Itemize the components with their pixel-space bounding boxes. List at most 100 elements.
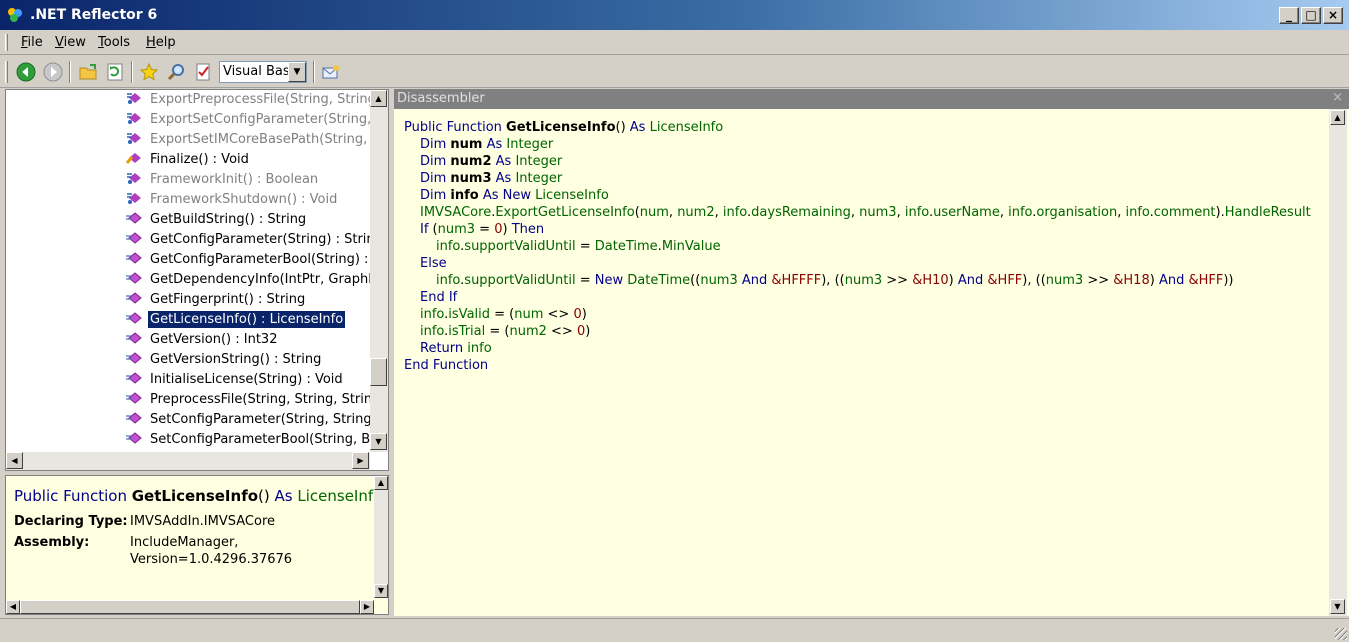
code-token[interactable]: num3 xyxy=(700,273,737,288)
tree-item[interactable]: FrameworkInit() : Boolean xyxy=(126,170,320,190)
open-folder-icon[interactable] xyxy=(78,62,98,82)
send-feedback-icon[interactable] xyxy=(321,62,341,82)
code-line[interactable]: End Function xyxy=(404,357,488,374)
code-token[interactable]: DateTime xyxy=(627,273,690,288)
tree-item[interactable]: GetLicenseInfo() : LicenseInfo xyxy=(126,310,347,330)
menu-file[interactable]: File xyxy=(21,35,43,50)
scroll-down-button[interactable]: ▼ xyxy=(1330,599,1345,614)
chevron-down-icon[interactable]: ▼ xyxy=(288,62,306,82)
scroll-right-button[interactable]: ▶ xyxy=(360,600,374,614)
code-token[interactable]: Integer xyxy=(515,171,562,186)
bookmark-star-icon[interactable] xyxy=(139,62,159,82)
code-token[interactable]: IMVSACore xyxy=(420,205,491,220)
maximize-button[interactable]: □ xyxy=(1301,7,1321,24)
menu-help[interactable]: Help xyxy=(146,35,176,50)
code-token[interactable]: info xyxy=(1008,205,1032,220)
scroll-left-button[interactable]: ◀ xyxy=(6,600,20,614)
close-button[interactable]: × xyxy=(1323,7,1343,24)
code-token[interactable]: HandleResult xyxy=(1225,205,1311,220)
tree-item[interactable]: GetBuildString() : String xyxy=(126,210,308,230)
tree-item[interactable]: GetFingerprint() : String xyxy=(126,290,307,310)
tree-item[interactable]: ExportSetConfigParameter(String, S xyxy=(126,110,386,130)
menu-view[interactable]: View xyxy=(55,35,86,50)
code-token[interactable]: MinValue xyxy=(662,239,721,254)
code-token[interactable]: Integer xyxy=(506,137,553,152)
code-token[interactable]: comment xyxy=(1154,205,1216,220)
scroll-right-button[interactable]: ▶ xyxy=(352,452,369,469)
code-line[interactable]: Dim num3 As Integer xyxy=(420,170,562,187)
scroll-up-button[interactable]: ▲ xyxy=(374,476,388,490)
tree-horizontal-scrollbar[interactable]: ◀ ▶ xyxy=(6,452,370,470)
code-token[interactable]: Integer xyxy=(515,154,562,169)
analyzer-icon[interactable] xyxy=(193,62,213,82)
tree-item[interactable]: ExportPreprocessFile(String, String, xyxy=(126,90,382,110)
code-token[interactable]: num2 xyxy=(450,154,491,169)
tree-item[interactable]: GetDependencyInfo(IntPtr, GraphRe xyxy=(126,270,387,290)
code-token[interactable]: num xyxy=(514,307,543,322)
scroll-up-button[interactable]: ▲ xyxy=(370,90,387,107)
tree-vertical-scrollbar[interactable]: ▲ ▼ xyxy=(370,90,388,452)
code-line[interactable]: Dim num2 As Integer xyxy=(420,153,562,170)
code-token[interactable]: GetLicenseInfo xyxy=(506,120,615,135)
code-token[interactable]: LicenseInfo xyxy=(535,188,609,203)
code-token[interactable]: info xyxy=(420,324,444,339)
code-line[interactable]: Return info xyxy=(420,340,492,357)
info-vertical-scrollbar[interactable]: ▲ ▼ xyxy=(374,476,388,598)
code-token[interactable]: info xyxy=(467,341,491,356)
resize-grip-icon[interactable] xyxy=(1335,628,1347,640)
code-token[interactable]: info xyxy=(436,239,460,254)
assembly-value-line1[interactable]: IncludeManager, xyxy=(130,535,238,550)
assembly-tree[interactable]: ExportPreprocessFile(String, String, Exp… xyxy=(5,89,389,471)
code-token[interactable]: info xyxy=(420,307,444,322)
tree-item[interactable]: GetVersionString() : String xyxy=(126,350,323,370)
scroll-thumb[interactable] xyxy=(20,600,360,614)
tree-item[interactable]: PreprocessFile(String, String, String, xyxy=(126,390,387,410)
code-token[interactable]: isValid xyxy=(448,307,490,322)
tree-item[interactable]: GetVersion() : Int32 xyxy=(126,330,279,350)
tree-item[interactable]: ExportSetIMCoreBasePath(String, St xyxy=(126,130,387,150)
code-token[interactable]: daysRemaining xyxy=(751,205,851,220)
code-token[interactable]: num xyxy=(450,137,482,152)
code-token[interactable]: info xyxy=(905,205,929,220)
code-line[interactable]: Else xyxy=(420,255,447,272)
scroll-up-button[interactable]: ▲ xyxy=(1330,110,1345,125)
code-token[interactable]: num2 xyxy=(509,324,546,339)
code-token[interactable]: supportValidUntil xyxy=(464,239,575,254)
code-token[interactable]: ExportGetLicenseInfo xyxy=(495,205,634,220)
scroll-down-button[interactable]: ▼ xyxy=(374,584,388,598)
code-vertical-scrollbar[interactable]: ▲ ▼ xyxy=(1329,109,1347,616)
code-line[interactable]: Dim num As Integer xyxy=(420,136,553,153)
tree-item[interactable]: GetConfigParameterBool(String) : Bo xyxy=(126,250,388,270)
info-horizontal-scrollbar[interactable]: ◀ ▶ xyxy=(6,600,374,614)
code-token[interactable]: organisation xyxy=(1036,205,1117,220)
code-token[interactable]: num3 xyxy=(450,171,491,186)
tree-item[interactable]: FrameworkShutdown() : Void xyxy=(126,190,339,210)
code-token[interactable]: info xyxy=(1125,205,1149,220)
tree-item[interactable]: SetConfigParameter(String, String) : xyxy=(126,410,387,430)
code-line[interactable]: If (num3 = 0) Then xyxy=(420,221,544,238)
disassembler-code-view[interactable]: Public Function GetLicenseInfo() As Lice… xyxy=(394,109,1349,616)
language-select[interactable]: Visual Basic ▼ xyxy=(219,61,307,83)
code-token[interactable]: isTrial xyxy=(448,324,485,339)
tree-item[interactable]: GetConfigParameter(String) : String xyxy=(126,230,385,250)
code-token[interactable]: num3 xyxy=(438,222,475,237)
minimize-button[interactable]: _ xyxy=(1279,7,1299,24)
tree-item[interactable]: InitialiseLicense(String) : Void xyxy=(126,370,345,390)
forward-icon[interactable] xyxy=(43,62,63,82)
close-icon[interactable]: × xyxy=(1332,90,1343,105)
scroll-down-button[interactable]: ▼ xyxy=(370,433,387,450)
scroll-thumb[interactable] xyxy=(370,358,387,386)
code-token[interactable]: info xyxy=(723,205,747,220)
code-line[interactable]: End If xyxy=(420,289,457,306)
code-token[interactable]: DateTime xyxy=(595,239,658,254)
search-icon[interactable] xyxy=(166,62,186,82)
refresh-icon[interactable] xyxy=(105,62,125,82)
code-token[interactable]: userName xyxy=(933,205,1000,220)
tree-item[interactable]: SetConfigParameterBool(String, Boo xyxy=(126,430,388,450)
code-line[interactable]: info.supportValidUntil = New DateTime((n… xyxy=(436,272,1234,289)
code-line[interactable]: Public Function GetLicenseInfo() As Lice… xyxy=(404,119,723,136)
declaring-type-value[interactable]: IMVSAddIn.IMVSACore xyxy=(130,514,275,529)
code-line[interactable]: info.isValid = (num <> 0) xyxy=(420,306,587,323)
code-line[interactable]: IMVSACore.ExportGetLicenseInfo(num, num2… xyxy=(420,204,1311,221)
code-line[interactable]: info.supportValidUntil = DateTime.MinVal… xyxy=(436,238,721,255)
